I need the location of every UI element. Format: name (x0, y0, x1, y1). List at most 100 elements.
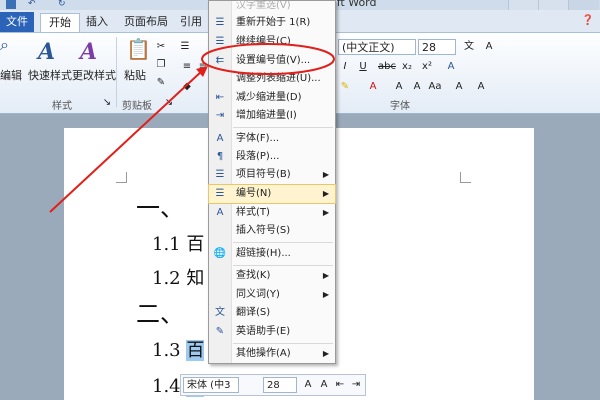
menu-item-set-numbering-value[interactable]: ⇇ 设置编号值(V)... (209, 52, 335, 70)
shading-icon[interactable]: ◆ (180, 81, 194, 93)
undo-icon[interactable]: ↶ (28, 0, 38, 9)
menu-item-other-actions[interactable]: 其他操作(A) ▶ (209, 345, 335, 363)
styles-icon: A (216, 207, 224, 218)
change-style-icon[interactable]: A (80, 39, 97, 65)
subscript-icon[interactable]: x₂ (400, 61, 414, 73)
menu-item-label: 增加缩进量(I) (236, 110, 297, 121)
menu-separator (233, 242, 333, 243)
submenu-arrow-icon: ▶ (322, 208, 329, 217)
increase-indent-icon: ⇥ (215, 110, 225, 121)
list-number: 一、 (136, 194, 184, 222)
menu-item-synonyms[interactable]: 同义词(Y) ▶ (209, 286, 335, 304)
list-number: 1.3 (152, 340, 181, 361)
redo-icon[interactable]: ↻ (58, 0, 68, 9)
bullets-icon: ☰ (215, 169, 225, 180)
menu-item-translate[interactable]: 文 翻译(S) (209, 304, 335, 322)
menu-item-hyperlink[interactable]: 🌐 超链接(H)... (209, 245, 335, 263)
grow-font-icon[interactable]: A (301, 379, 315, 391)
align-left-icon[interactable]: ≡ (180, 61, 194, 73)
menu-item-continue-numbering[interactable]: ☰ 继续编号(C) (209, 33, 335, 51)
tab-references[interactable]: 引用 (176, 13, 206, 31)
phonetic-guide-icon[interactable]: 文 (462, 41, 476, 53)
heading-1-1[interactable]: 1.1 百 (152, 230, 204, 256)
tab-insert[interactable]: 插入 (80, 13, 114, 31)
save-icon[interactable] (6, 0, 16, 9)
paste-label[interactable]: 粘贴 (124, 67, 146, 83)
heading-2[interactable]: 二、 (136, 294, 184, 329)
minimize-button[interactable] (508, 0, 539, 10)
highlight-icon[interactable]: ✎ (338, 81, 352, 93)
heading-1[interactable]: 一、 (136, 188, 184, 223)
submenu-arrow-icon: ▶ (322, 290, 329, 299)
menu-item-label: 插入符号(S) (236, 225, 291, 236)
menu-item-paragraph[interactable]: ¶ 段落(P)... (209, 148, 335, 166)
increase-indent-icon[interactable]: ⇥ (349, 379, 363, 391)
change-style-label[interactable]: 更改样式 (72, 67, 116, 83)
quick-style-icon[interactable]: A (38, 39, 55, 65)
menu-item-restart-at-1[interactable]: ☰ 重新开始于 1(R) (209, 14, 335, 32)
superscript-icon[interactable]: x² (420, 61, 434, 73)
mini-size-combo[interactable]: 28 (263, 377, 297, 393)
mini-toolbar: 宋体 (中3 28 A A ⇤ ⇥ (180, 374, 366, 396)
shrink-font-icon[interactable]: A (410, 81, 424, 93)
help-icon[interactable]: ❓ (582, 15, 594, 26)
edit-label[interactable]: 编辑 (0, 67, 22, 83)
font-size-combo[interactable]: 28 (418, 39, 456, 55)
translate-icon: 文 (215, 307, 225, 318)
heading-1-3[interactable]: 1.3 百 (152, 336, 205, 362)
menu-item-label: 项目符号(B) (236, 169, 291, 180)
italic-icon[interactable]: I (338, 61, 352, 73)
text-effects-icon[interactable]: A (444, 61, 458, 73)
list-number: 1.1 (152, 234, 181, 255)
menu-separator (233, 265, 333, 266)
cut-icon[interactable]: ✂ (154, 41, 168, 53)
tab-page-layout[interactable]: 页面布局 (118, 13, 174, 31)
grow-font-icon[interactable]: A (392, 81, 406, 93)
menu-item-label: 继续编号(C) (236, 36, 291, 47)
char-shading-icon[interactable]: A (474, 81, 488, 93)
char-border-icon[interactable]: A (482, 41, 496, 53)
menu-item-styles[interactable]: A 样式(T) ▶ (209, 204, 335, 222)
menu-item-decrease-indent[interactable]: ⇤ 减少缩进量(D) (209, 89, 335, 107)
menu-item-numbering[interactable]: ☰ 编号(N) ▶ (208, 184, 336, 204)
submenu-arrow-icon: ▶ (322, 189, 329, 198)
menu-item-insert-symbol[interactable]: 插入符号(S) (209, 222, 335, 240)
tab-file[interactable]: 文件 (0, 12, 34, 32)
tab-home[interactable]: 开始 (40, 13, 80, 32)
menu-item-lookup[interactable]: 查找(K) ▶ (209, 267, 335, 285)
underline-icon[interactable]: U (356, 61, 370, 73)
numbering-icon: ☰ (215, 188, 225, 199)
font-name-combo[interactable]: (中文正文) (338, 39, 416, 55)
menu-item-bullets[interactable]: ☰ 项目符号(B) ▶ (209, 166, 335, 184)
menu-item-font[interactable]: A 字体(F)... (209, 130, 335, 148)
shrink-font-icon[interactable]: A (317, 379, 331, 391)
mini-font-combo[interactable]: 宋体 (中3 (183, 377, 239, 393)
menu-item-adjust-list-indent[interactable]: 调整列表缩进(U)... (209, 70, 335, 88)
find-icon[interactable]: ⌕ (0, 35, 9, 55)
clipboard-dialog-launcher-icon[interactable]: ↘ (162, 97, 176, 109)
heading-text: 知 (186, 268, 205, 289)
font-color-icon[interactable]: A (366, 81, 380, 93)
bullets-icon[interactable]: ☰ (178, 41, 192, 53)
copy-icon[interactable]: ❐ (154, 59, 168, 71)
menu-item-increase-indent[interactable]: ⇥ 增加缩进量(I) (209, 107, 335, 125)
change-case-icon[interactable]: Aa (428, 81, 442, 93)
strikethrough-icon[interactable]: abc (378, 61, 396, 73)
clear-format-icon[interactable]: A (452, 81, 466, 93)
menu-item-label: 设置编号值(V)... (236, 55, 311, 66)
menu-item-english-assistant[interactable]: ✎ 英语助手(E) (209, 323, 335, 341)
maximize-button[interactable] (538, 0, 569, 10)
font-icon: A (216, 133, 224, 144)
decrease-indent-icon[interactable]: ⇤ (333, 379, 347, 391)
format-painter-icon[interactable]: ✎ (154, 77, 168, 89)
menu-item-label: 减少缩进量(D) (236, 92, 302, 103)
heading-1-2[interactable]: 1.2 知 (152, 264, 204, 290)
list-number: 1.4 (152, 376, 181, 397)
quick-style-label[interactable]: 快速样式 (28, 67, 72, 83)
paste-icon[interactable]: 📋 (126, 37, 151, 61)
separator (116, 37, 117, 107)
list-icon: ☰ (215, 17, 225, 28)
close-button[interactable] (568, 0, 599, 10)
styles-dialog-launcher-icon[interactable]: ↘ (100, 97, 114, 109)
menu-item-label: 英语助手(E) (236, 326, 291, 337)
